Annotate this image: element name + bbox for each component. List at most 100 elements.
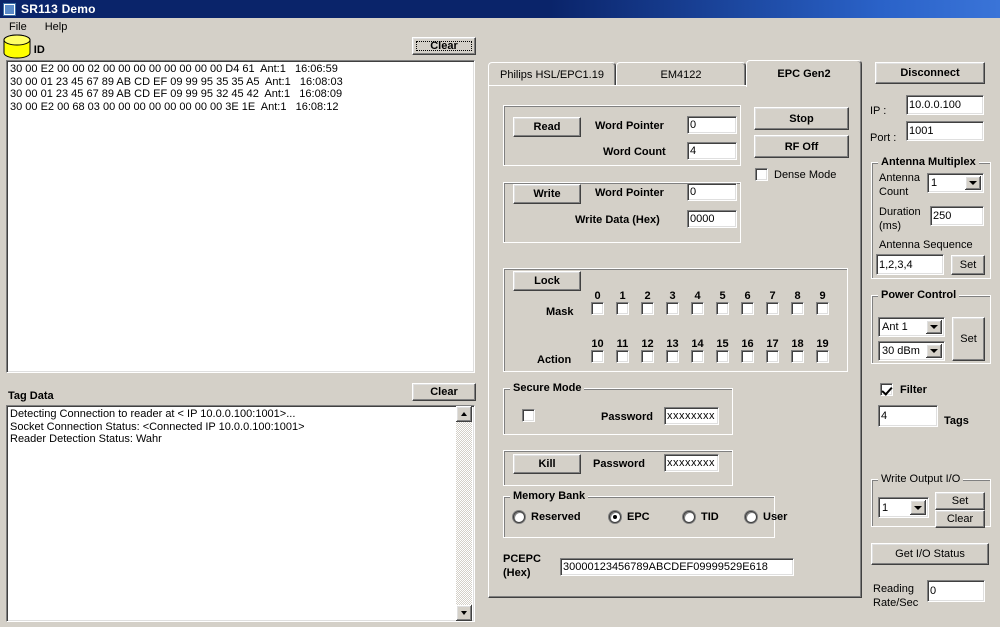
memory-bank-radio-user[interactable] [745,511,757,523]
mask-checkbox-2[interactable] [641,302,654,315]
tag-id-row[interactable]: 30 00 01 23 45 67 89 AB CD EF 09 99 95 3… [7,76,474,89]
tag-id-clear-button[interactable]: Clear [412,37,476,55]
filter-checkbox[interactable] [880,383,893,396]
memory-bank-option-epc[interactable]: EPC [609,511,683,523]
mask-checkbox-5[interactable] [716,302,729,315]
stop-button[interactable]: Stop [754,107,849,130]
menu-item-help[interactable]: Help [36,20,77,34]
action-checkbox-12[interactable] [641,350,654,363]
memory-bank-option-tid[interactable]: TID [683,511,745,523]
scroll-up-button[interactable] [456,406,472,422]
tag-id-row[interactable]: 30 00 E2 00 00 02 00 00 00 00 00 00 00 0… [7,63,474,76]
mask-checkbox-0[interactable] [591,302,604,315]
secure-mode-checkbox[interactable] [522,409,535,422]
write-data-label: Write Data (Hex) [575,214,660,226]
ip-label: IP : [870,105,887,117]
antenna-count-label-line1: Antenna [879,172,920,184]
secure-mode-password-label: Password [601,411,653,423]
ip-input[interactable]: 10.0.0.100 [906,95,984,115]
memory-bank-option-reserved[interactable]: Reserved [513,511,609,523]
action-cell: 17 [760,338,785,363]
read-word-pointer-input[interactable]: 0 [687,116,737,134]
kill-button[interactable]: Kill [513,454,581,474]
tag-id-listbox[interactable]: 30 00 E2 00 00 02 00 00 00 00 00 00 00 0… [6,60,475,373]
write-output-io-dropdown[interactable]: 1 [878,497,929,518]
read-button[interactable]: Read [513,117,581,137]
action-cell: 19 [810,338,835,363]
get-io-status-button[interactable]: Get I/O Status [871,543,989,565]
menu-item-file[interactable]: File [0,20,36,34]
chevron-down-icon [930,325,938,329]
port-input[interactable]: 1001 [906,121,984,141]
action-checkbox-19[interactable] [816,350,829,363]
antenna-sequence-set-button[interactable]: Set [951,255,985,275]
scroll-down-button[interactable] [456,605,472,621]
reading-rate-input[interactable]: 0 [927,580,985,602]
pcepc-input[interactable]: 30000123456789ABCDEF09999529E618 [560,558,794,576]
tag-id-row[interactable]: 30 00 E2 00 68 03 00 00 00 00 00 00 00 0… [7,101,474,114]
disconnect-button[interactable]: Disconnect [875,62,985,84]
power-level-dropdown[interactable]: 30 dBm [878,341,945,361]
tab-epc-gen2[interactable]: EPC Gen2 [746,60,862,87]
tag-id-row[interactable]: 30 00 01 23 45 67 89 AB CD EF 09 99 95 3… [7,88,474,101]
pcepc-label-line1: PCEPC [503,553,541,565]
filter-tags-input[interactable]: 4 [878,405,938,427]
write-word-pointer-input[interactable]: 0 [687,183,737,201]
action-checkbox-row: 10 11 12 13 14 15 16 17 18 19 [585,338,835,363]
action-checkbox-10[interactable] [591,350,604,363]
mask-checkbox-3[interactable] [666,302,679,315]
mask-cell: 8 [785,290,810,315]
lock-button[interactable]: Lock [513,271,581,291]
memory-bank-radio-reserved[interactable] [513,511,525,523]
memory-bank-radio-tid[interactable] [683,511,695,523]
scrollbar-track[interactable] [456,422,472,605]
filter-row[interactable]: Filter [880,383,927,396]
duration-input[interactable]: 250 [930,206,984,226]
power-control-set-button[interactable]: Set [952,317,985,361]
power-antenna-dropdown[interactable]: Ant 1 [878,317,945,337]
write-data-input[interactable]: 0000 [687,210,737,228]
mask-number: 6 [744,290,751,302]
mask-checkbox-4[interactable] [691,302,704,315]
action-number: 11 [616,338,629,350]
action-checkbox-18[interactable] [791,350,804,363]
mask-checkbox-6[interactable] [741,302,754,315]
write-output-io-clear-button[interactable]: Clear [935,510,985,528]
power-antenna-dropdown-arrow[interactable] [926,320,942,334]
tag-data-listbox[interactable]: Detecting Connection to reader at < IP 1… [6,405,475,622]
write-button[interactable]: Write [513,184,581,204]
memory-bank-option-user[interactable]: User [745,511,805,523]
antenna-sequence-input[interactable]: 1,2,3,4 [876,254,944,275]
action-checkbox-14[interactable] [691,350,704,363]
mask-checkbox-1[interactable] [616,302,629,315]
read-word-count-input[interactable]: 4 [687,142,737,160]
dense-mode-row[interactable]: Dense Mode [755,168,836,181]
tab-philips-hsl-epc119[interactable]: Philips HSL/EPC1.19 [488,62,616,86]
antenna-count-dropdown[interactable]: 1 [927,173,984,193]
tag-data-clear-button[interactable]: Clear [412,383,476,401]
window-title: SR113 Demo [21,2,96,16]
power-level-dropdown-arrow[interactable] [926,344,942,358]
mask-checkbox-9[interactable] [816,302,829,315]
write-output-io-set-button[interactable]: Set [935,492,985,510]
action-checkbox-17[interactable] [766,350,779,363]
mask-checkbox-8[interactable] [791,302,804,315]
action-checkbox-16[interactable] [741,350,754,363]
mask-cell: 2 [635,290,660,315]
action-checkbox-13[interactable] [666,350,679,363]
action-checkbox-11[interactable] [616,350,629,363]
memory-bank-options: Reserved EPC TID User [513,511,805,523]
mask-checkbox-7[interactable] [766,302,779,315]
antenna-count-dropdown-arrow[interactable] [965,176,981,190]
mask-cell: 6 [735,290,760,315]
memory-bank-radio-epc[interactable] [609,511,621,523]
action-number: 13 [666,338,679,350]
write-output-io-dropdown-arrow[interactable] [910,500,926,515]
dense-mode-checkbox[interactable] [755,168,768,181]
action-checkbox-15[interactable] [716,350,729,363]
rf-off-button[interactable]: RF Off [754,135,849,158]
kill-password-input[interactable]: xxxxxxxx [664,454,719,472]
tag-data-scrollbar[interactable] [456,406,472,621]
secure-mode-password-input[interactable]: xxxxxxxx [664,407,719,425]
tab-em4122[interactable]: EM4122 [616,62,746,86]
